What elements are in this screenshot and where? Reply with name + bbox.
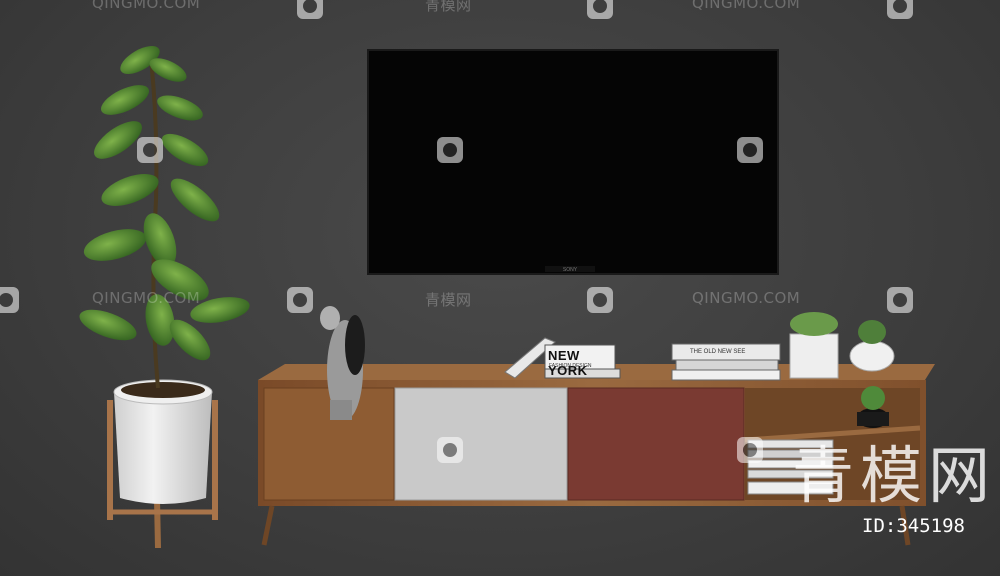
wall-mounted-tv: SONY: [367, 49, 779, 275]
watermark-logo-icon: [737, 437, 763, 463]
watermark-logo-icon: [137, 137, 163, 163]
watermark-cn-text: 青模网: [425, 291, 472, 309]
watermark-site-text: QINGMO.COM: [692, 0, 801, 12]
new-york-book-subtitle: FASHION DESIGN: [549, 363, 592, 369]
tv-brand-label: SONY: [563, 267, 578, 273]
watermark-logo-icon: [287, 287, 313, 313]
watermark-logo-icon: [887, 287, 913, 313]
watermark-logo-icon: [737, 137, 763, 163]
watermark-cn-text: 青模网: [425, 0, 472, 14]
watermark-logo-icon: [587, 287, 613, 313]
watermark-logo-icon: [0, 287, 19, 313]
watermark-site-text: QINGMO.COM: [692, 289, 801, 307]
watermark-site-text: QINGMO.COM: [92, 289, 201, 307]
render-scene: SONY NEW YORK FASHION DESIGN THE OLD NEW…: [0, 0, 1000, 576]
model-id-label: ID:345198: [862, 515, 965, 537]
watermark-logo-icon: [297, 0, 323, 19]
watermark-brand-logo: 青模网: [792, 439, 997, 512]
watermark-logo-icon: [437, 437, 463, 463]
watermark-logo-icon: [587, 0, 613, 19]
watermark-logo-icon: [437, 137, 463, 163]
right-book-title: THE OLD NEW SEE: [690, 349, 746, 355]
fiddle-leaf-plant: [79, 46, 250, 389]
watermark-site-text: QINGMO.COM: [92, 0, 201, 12]
watermark-logo-icon: [887, 0, 913, 19]
plant-pot: [113, 379, 213, 504]
